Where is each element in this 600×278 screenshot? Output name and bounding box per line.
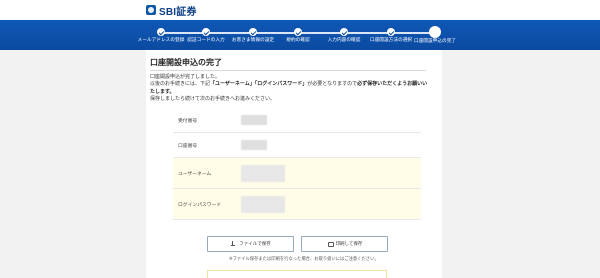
check-icon [340, 28, 348, 36]
save-file-button[interactable]: ファイルで保存 [207, 236, 294, 252]
page-title: 口座開設申込の完了 [150, 58, 222, 67]
save-caution-note: ※ファイル保存または印刷を行なった場合、お取り扱いにはご注意ください。 [229, 257, 379, 262]
table-label: 口座番号 [178, 143, 198, 149]
brand-logo[interactable]: SBI証券 [146, 4, 197, 18]
title-divider [150, 70, 426, 71]
completion-message: 口座開設申込が完了しました。 以後のお手続きには、下記「ユーザーネーム」「ログイ… [150, 74, 430, 103]
progress-step-label: 口座開設申込の完了 [413, 39, 457, 44]
receipt-number-redacted-value [241, 115, 267, 125]
check-icon [249, 28, 257, 36]
completion-message-line-3: 保存しましたら続けて次のお手続きへお進みください。 [150, 95, 276, 102]
download-icon [230, 241, 236, 247]
completion-message-line-2: 以後のお手続きには、下記「ユーザーネーム」「ログインパスワード」が必要となります… [150, 81, 430, 96]
save-required-text-prefix: 以後のお手続きには、下記 [150, 81, 211, 88]
username-redacted-value [241, 164, 285, 182]
password-redacted-value [241, 195, 285, 213]
table-label: 受付番号 [178, 118, 198, 124]
credentials-emphasis: 「ユーザーネーム」「ログインパスワード」 [210, 81, 308, 88]
account-details-table: 受付番号 口座番号 ユーザーネーム ログインパスワード [173, 108, 421, 220]
top-header: SBI証券 [0, 0, 600, 20]
completion-content-panel: 口座開設申込の完了 口座開設申込が完了しました。 以後のお手続きには、下記「ユー… [146, 50, 442, 278]
current-step-icon [430, 27, 440, 37]
print-save-label: 印刷して保存 [335, 241, 363, 246]
table-row: ユーザーネーム [173, 158, 421, 189]
brand-logo-text: SBI証券 [159, 6, 197, 18]
table-row: ログインパスワード [173, 189, 421, 220]
check-icon [157, 28, 165, 36]
next-steps-box [207, 270, 387, 278]
sbi-logo-icon [146, 5, 156, 15]
progress-step-complete: 口座開設申込の完了 [398, 27, 472, 45]
save-file-label: ファイルで保存 [239, 241, 271, 246]
check-icon [202, 28, 210, 36]
table-label: ログインパスワード [178, 202, 222, 208]
table-label: ユーザーネーム [178, 171, 212, 177]
application-progress-bar: メールアドレスの登録 認証コードの入力 お客さま情報の設定 規約の確認 入力内容… [0, 20, 600, 50]
account-number-redacted-value [241, 140, 267, 150]
check-icon [387, 28, 395, 36]
save-required-text-middle: が必要となりますので [307, 81, 358, 88]
check-icon [294, 28, 302, 36]
table-row: 口座番号 [173, 133, 421, 158]
print-save-button[interactable]: 印刷して保存 [301, 236, 388, 252]
print-icon [327, 241, 334, 247]
table-row: 受付番号 [173, 108, 421, 133]
